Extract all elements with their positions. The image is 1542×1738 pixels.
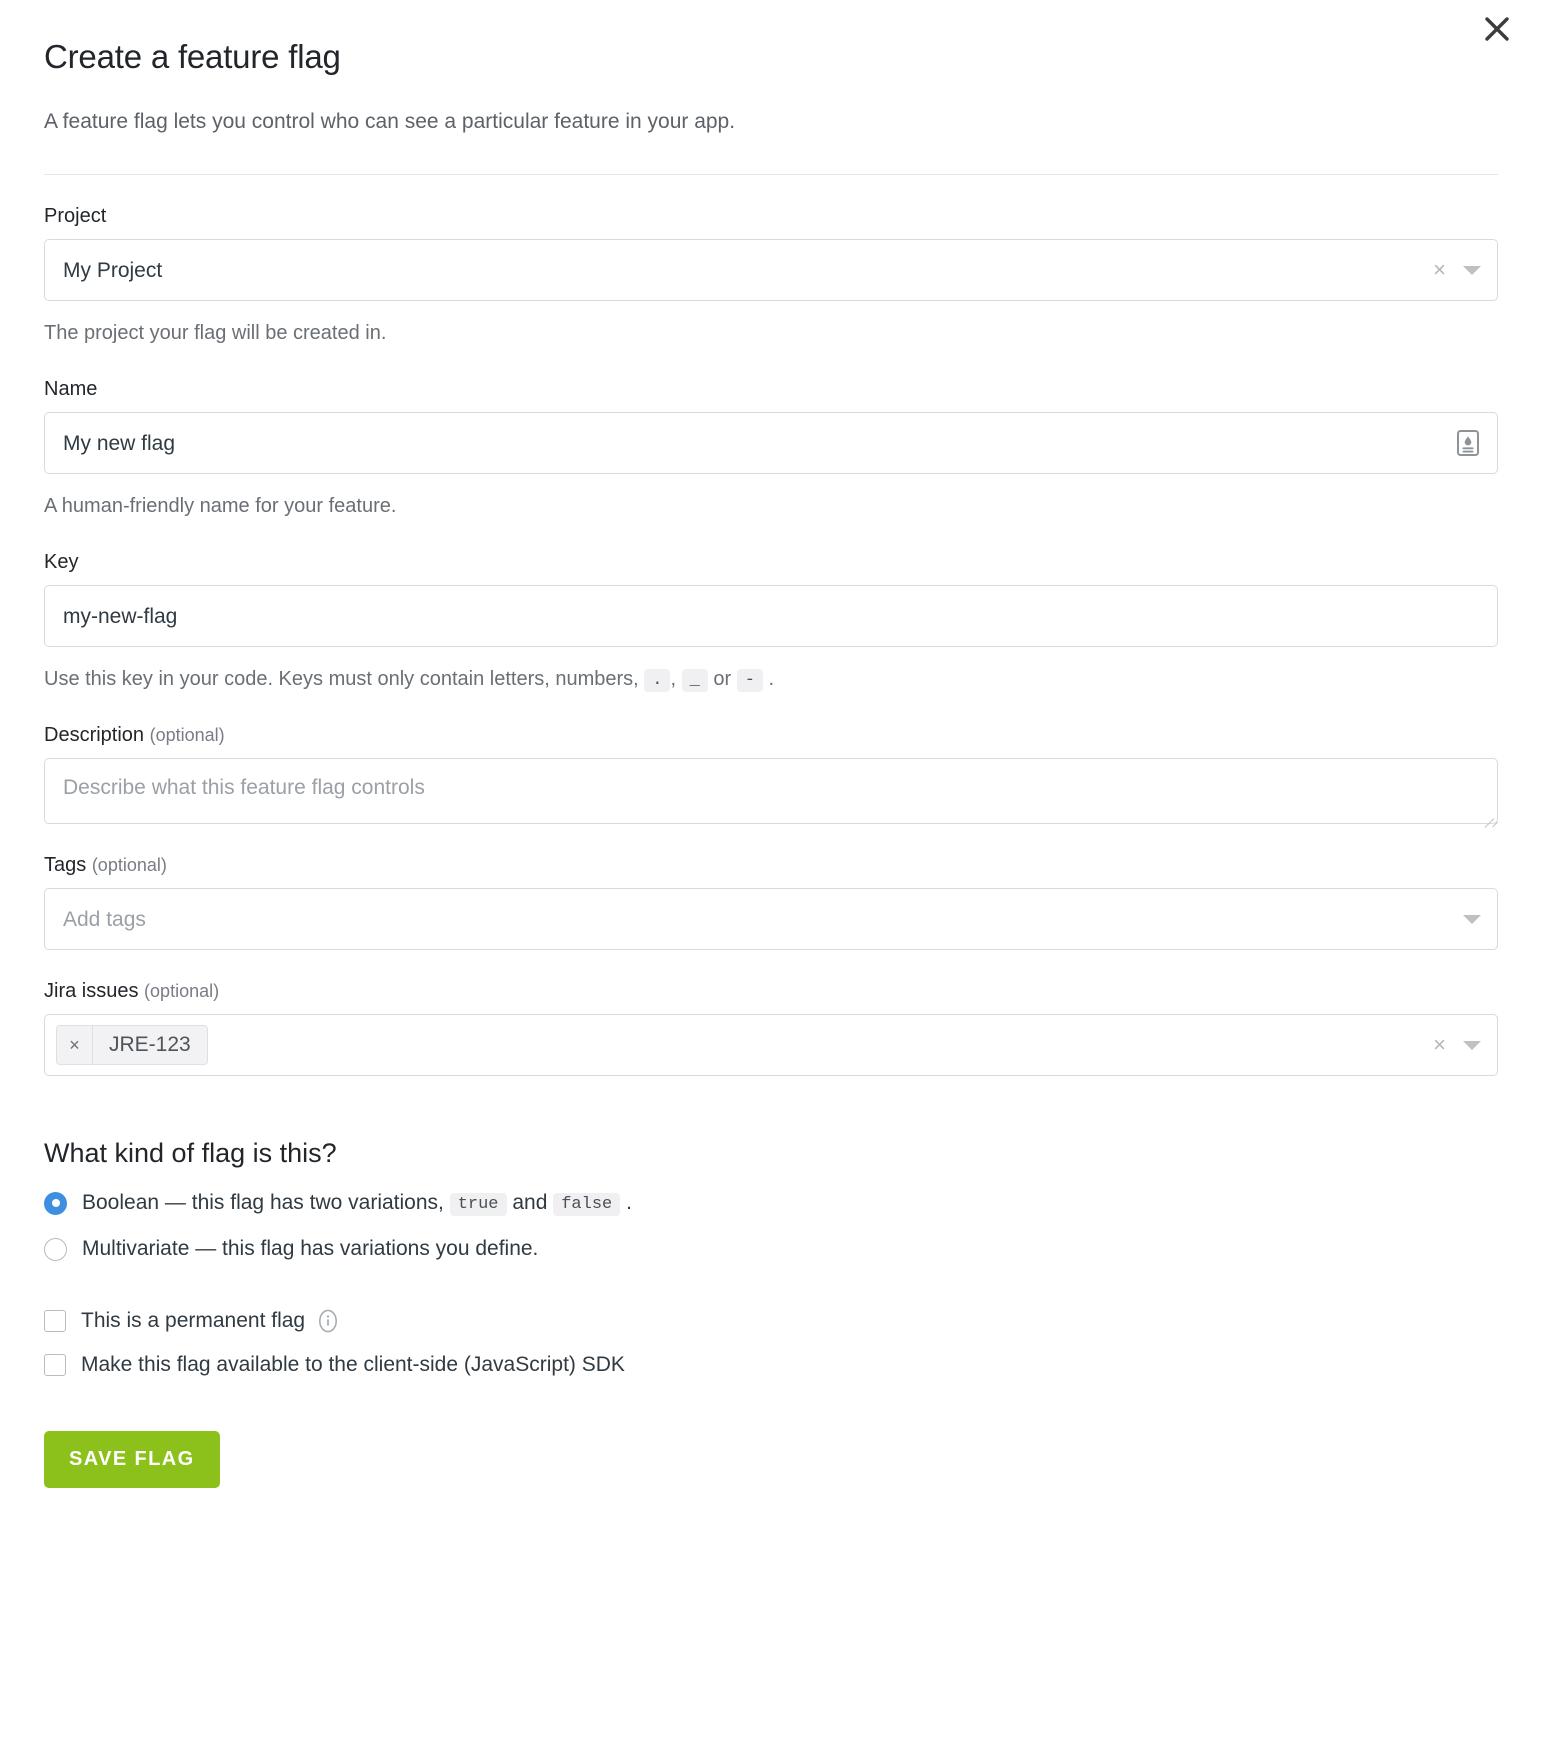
name-help: A human-friendly name for your feature. — [44, 495, 397, 517]
jira-label-text: Jira issues — [44, 980, 139, 1002]
checkbox-permanent-label: This is a permanent flag — [81, 1309, 306, 1332]
resize-handle-icon[interactable] — [1480, 806, 1494, 820]
id-card-icon[interactable] — [1457, 430, 1479, 456]
checkbox-client-side-label: Make this flag available to the client-s… — [81, 1353, 625, 1376]
radio-boolean-label: Boolean — this flag has two variations, … — [82, 1191, 632, 1216]
radio-boolean-indicator[interactable] — [44, 1191, 67, 1215]
radio-multivariate-label: Multivariate — this flag has variations … — [82, 1237, 539, 1260]
project-clear-icon[interactable]: × — [1433, 259, 1446, 281]
create-flag-dialog: Create a feature flag A feature flag let… — [0, 0, 1542, 1738]
info-icon[interactable] — [316, 1309, 340, 1333]
checkbox-client-side-indicator[interactable] — [44, 1354, 66, 1376]
name-input[interactable]: My new flag — [44, 412, 1498, 474]
description-textarea[interactable]: Describe what this feature flag controls — [44, 758, 1498, 824]
key-chip-hyphen: - — [736, 669, 763, 692]
tags-caret-glyph — [1463, 914, 1481, 924]
key-help-sep2: or — [707, 668, 737, 690]
info-icon-glyph — [319, 1309, 338, 1333]
key-value: my-new-flag — [63, 604, 178, 628]
key-input[interactable]: my-new-flag — [44, 585, 1498, 647]
chip-false: false — [553, 1193, 621, 1216]
dialog-header: Create a feature flag A feature flag let… — [0, 0, 1542, 134]
field-project: Project My Project × The project your fl… — [44, 205, 1498, 348]
checkbox-permanent-flag[interactable]: This is a permanent flag — [44, 1309, 1498, 1333]
boolean-text-middle: and — [506, 1191, 554, 1214]
save-flag-button[interactable]: SAVE FLAG — [44, 1431, 220, 1488]
jira-optional: (optional) — [144, 981, 220, 1001]
jira-clear-glyph: × — [1433, 1032, 1446, 1057]
tags-select[interactable]: Add tags — [44, 888, 1498, 950]
tags-adornments — [1463, 889, 1481, 949]
tags-label-text: Tags — [44, 854, 87, 876]
field-description: Description (optional) Describe what thi… — [44, 724, 1498, 824]
project-clear-glyph: × — [1433, 257, 1446, 282]
jira-caret-glyph — [1463, 1040, 1481, 1050]
project-select[interactable]: My Project × — [44, 239, 1498, 301]
flag-options-checkboxes: This is a permanent flag Make this flag … — [44, 1309, 1498, 1377]
project-chevron-down-icon[interactable] — [1463, 265, 1481, 275]
close-icon-glyph — [1485, 17, 1509, 41]
boolean-text-after: . — [620, 1191, 632, 1214]
project-caret-glyph — [1463, 265, 1481, 275]
field-tags: Tags (optional) Add tags — [44, 854, 1498, 950]
tags-placeholder: Add tags — [63, 907, 146, 931]
jira-label: Jira issues (optional) — [44, 980, 1498, 1003]
description-placeholder: Describe what this feature flag controls — [63, 776, 425, 799]
project-adornments: × — [1433, 240, 1481, 300]
project-label: Project — [44, 205, 107, 227]
boolean-text-before: Boolean — this flag has two variations, — [82, 1191, 450, 1214]
key-help-sep1: , — [670, 668, 682, 690]
description-label: Description (optional) — [44, 724, 1498, 747]
project-help: The project your flag will be created in… — [44, 322, 387, 344]
jira-clear-icon[interactable]: × — [1433, 1034, 1446, 1056]
tags-optional: (optional) — [91, 855, 167, 875]
header-divider — [44, 174, 1498, 175]
description-label-text: Description — [44, 724, 145, 746]
field-key: Key my-new-flag Use this key in your cod… — [44, 551, 1498, 694]
key-help: Use this key in your code. Keys must onl… — [44, 665, 1498, 694]
name-label: Name — [44, 378, 98, 400]
id-card-icon-glyph — [1457, 430, 1479, 456]
page-title: Create a feature flag — [44, 38, 341, 75]
key-chip-dot: . — [644, 669, 671, 692]
key-label: Key — [44, 551, 79, 573]
description-optional: (optional) — [149, 725, 225, 745]
field-jira-issues: Jira issues (optional) × JRE-123 × — [44, 980, 1498, 1076]
close-icon[interactable] — [1474, 6, 1520, 52]
jira-token-remove-icon[interactable]: × — [57, 1026, 93, 1064]
jira-token-label: JRE-123 — [109, 1033, 191, 1056]
key-help-suffix: . — [762, 668, 775, 690]
radio-multivariate-indicator[interactable] — [44, 1237, 67, 1261]
checkbox-client-side-sdk[interactable]: Make this flag available to the client-s… — [44, 1353, 1498, 1377]
project-value: My Project — [63, 258, 163, 282]
dialog-subtitle: A feature flag lets you control who can … — [44, 110, 736, 133]
key-help-prefix: Use this key in your code. Keys must onl… — [44, 668, 645, 690]
create-flag-form: Project My Project × The project your fl… — [0, 205, 1542, 1488]
checkbox-permanent-indicator[interactable] — [44, 1310, 66, 1332]
jira-token[interactable]: × JRE-123 — [56, 1025, 208, 1065]
jira-adornments: × — [1433, 1015, 1481, 1075]
radio-option-multivariate[interactable]: Multivariate — this flag has variations … — [44, 1237, 1498, 1261]
key-chip-underscore: _ — [681, 669, 708, 692]
tags-label: Tags (optional) — [44, 854, 1498, 877]
field-name: Name My new flag A human-friendly name f… — [44, 378, 1498, 521]
radio-option-boolean[interactable]: Boolean — this flag has two variations, … — [44, 1191, 1498, 1216]
jira-chevron-down-icon[interactable] — [1463, 1040, 1481, 1050]
jira-select[interactable]: × JRE-123 × — [44, 1014, 1498, 1076]
chip-true: true — [449, 1193, 507, 1216]
flag-kind-title: What kind of flag is this? — [44, 1138, 337, 1168]
tags-chevron-down-icon[interactable] — [1463, 914, 1481, 924]
name-value: My new flag — [63, 431, 176, 455]
